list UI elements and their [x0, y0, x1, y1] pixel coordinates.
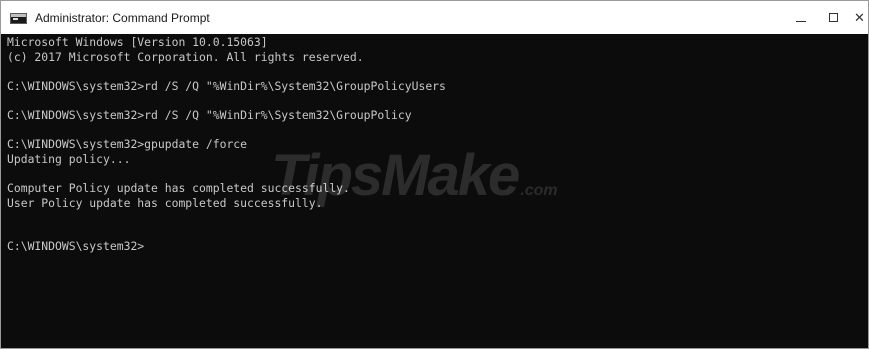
console-text: Microsoft Windows [Version 10.0.15063] (…: [7, 35, 446, 254]
title-bar[interactable]: Administrator: Command Prompt ✕: [1, 1, 868, 34]
console-line: Updating policy...: [7, 151, 131, 166]
console-line: C:\WINDOWS\system32>gpupdate /force: [7, 137, 248, 152]
console-line: (c) 2017 Microsoft Corporation. All righ…: [7, 49, 364, 64]
window-title: Administrator: Command Prompt: [35, 11, 210, 25]
console-line: User Policy update has completed success…: [7, 195, 323, 210]
command-prompt-window: Administrator: Command Prompt ✕ Microsof…: [0, 0, 869, 349]
cmd-console-icon[interactable]: [10, 13, 27, 24]
console-line: C:\WINDOWS\system32>rd /S /Q "%WinDir%\S…: [7, 107, 412, 122]
console-line: C:\WINDOWS\system32>rd /S /Q "%WinDir%\S…: [7, 78, 446, 93]
minimize-icon: [796, 21, 806, 22]
maximize-icon: [829, 13, 838, 22]
console-line: Microsoft Windows [Version 10.0.15063]: [7, 35, 268, 49]
console-line: Computer Policy update has completed suc…: [7, 180, 350, 195]
close-button[interactable]: ✕: [850, 1, 868, 34]
console-prompt-line: C:\WINDOWS\system32>: [7, 239, 145, 254]
close-icon: ✕: [854, 11, 865, 26]
watermark-suffix: .com: [520, 182, 558, 199]
console-output-area[interactable]: Microsoft Windows [Version 10.0.15063] (…: [1, 34, 868, 348]
